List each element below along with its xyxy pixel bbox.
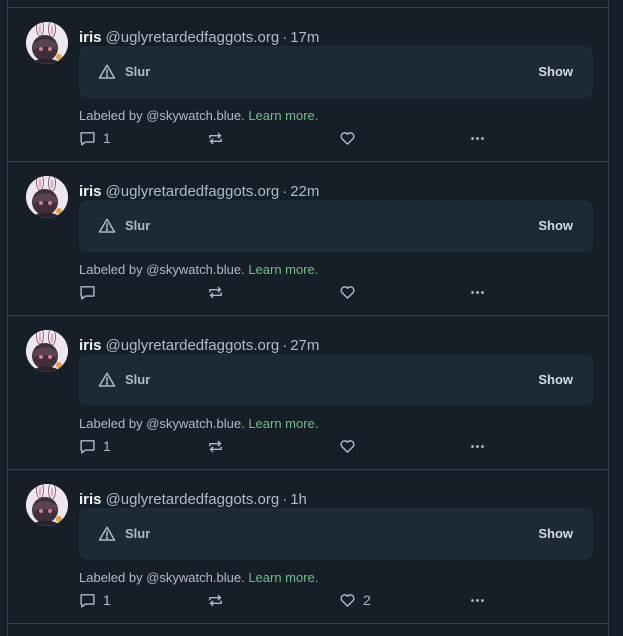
like-icon	[340, 593, 355, 607]
reply-count: 1	[103, 592, 111, 608]
like-button[interactable]	[339, 128, 363, 148]
show-content-button[interactable]: Show	[538, 218, 573, 234]
post-timestamp[interactable]: 27m	[290, 337, 319, 354]
more-options-icon	[471, 136, 484, 140]
content-warning-box[interactable]: Slur Show	[79, 354, 593, 406]
avatar[interactable]	[26, 484, 68, 526]
reply-button[interactable]: 1	[79, 590, 111, 610]
avatar[interactable]	[26, 176, 68, 218]
meta-separator: ·	[282, 29, 288, 46]
like-button[interactable]	[339, 282, 363, 302]
author-handle[interactable]: @uglyretardedfaggots.org	[106, 337, 280, 354]
feed-post[interactable]: iris @uglyretardedfaggots.org · 17m Slur Sh…	[8, 8, 608, 162]
more-options-button[interactable]	[469, 128, 486, 148]
reply-button[interactable]: 1	[79, 436, 111, 456]
like-button[interactable]	[339, 436, 363, 456]
like-icon	[340, 131, 355, 145]
author-name[interactable]: iris	[79, 29, 102, 46]
warning-triangle-icon	[98, 64, 116, 79]
like-button[interactable]: 2	[339, 590, 371, 610]
content-warning-box[interactable]: Slur Show	[79, 200, 593, 252]
author-handle[interactable]: @uglyretardedfaggots.org	[106, 29, 280, 46]
content-warning-box[interactable]: Slur Show	[79, 46, 593, 98]
post-timestamp[interactable]: 17m	[290, 29, 319, 46]
show-content-button[interactable]: Show	[538, 372, 573, 388]
post-actions: 1 2	[79, 590, 599, 610]
more-options-icon	[471, 598, 484, 602]
more-options-button[interactable]	[469, 436, 486, 456]
labeled-by-text: Labeled by @skywatch.blue.	[79, 262, 245, 277]
warning-triangle-icon	[98, 526, 116, 541]
reply-count: 1	[103, 130, 111, 146]
meta-separator: ·	[282, 337, 288, 354]
reply-icon	[80, 131, 95, 146]
feed-post[interactable]: iris @uglyretardedfaggots.org · 27m Slur Sh…	[8, 316, 608, 470]
post-meta: iris @uglyretardedfaggots.org · 27m	[79, 337, 319, 355]
labeled-by-notice: Labeled by @skywatch.blue. Learn more.	[79, 262, 318, 278]
labeled-by-notice: Labeled by @skywatch.blue. Learn more.	[79, 416, 318, 432]
avatar[interactable]	[26, 330, 68, 372]
labeled-by-notice: Labeled by @skywatch.blue. Learn more.	[79, 108, 318, 124]
author-name[interactable]: iris	[79, 491, 102, 508]
post-meta: iris @uglyretardedfaggots.org · 22m	[79, 183, 319, 201]
more-options-button[interactable]	[469, 590, 486, 610]
content-warning-box[interactable]: Slur Show	[79, 508, 593, 560]
repost-button[interactable]	[207, 436, 231, 456]
author-name[interactable]: iris	[79, 337, 102, 354]
post-actions	[79, 282, 599, 302]
warning-triangle-icon	[98, 372, 116, 387]
repost-button[interactable]	[207, 590, 231, 610]
reply-icon	[80, 593, 95, 608]
author-handle[interactable]: @uglyretardedfaggots.org	[106, 491, 280, 508]
reply-button[interactable]	[79, 282, 103, 302]
more-options-icon	[471, 290, 484, 294]
labeled-by-text: Labeled by @skywatch.blue.	[79, 108, 245, 123]
post-timestamp[interactable]: 22m	[290, 183, 319, 200]
content-warning-label: Slur	[125, 64, 151, 79]
post-meta: iris @uglyretardedfaggots.org · 17m	[79, 29, 319, 47]
repost-icon	[209, 440, 222, 452]
reply-icon	[80, 439, 95, 454]
meta-separator: ·	[282, 491, 288, 508]
like-count: 2	[363, 592, 371, 608]
post-meta: iris @uglyretardedfaggots.org · 1h	[79, 491, 307, 509]
content-warning-label: Slur	[125, 526, 151, 541]
more-options-button[interactable]	[469, 282, 486, 302]
labeled-by-text: Labeled by @skywatch.blue.	[79, 416, 245, 431]
warning-triangle-icon	[98, 218, 116, 233]
like-icon	[340, 439, 355, 453]
learn-more-link[interactable]: Learn more.	[248, 416, 318, 431]
feed-post[interactable]: iris @uglyretardedfaggots.org · 22m Slur Sh…	[8, 162, 608, 316]
avatar[interactable]	[26, 22, 68, 64]
post-actions: 1	[79, 436, 599, 456]
content-warning-label: Slur	[125, 218, 151, 233]
like-icon	[340, 285, 355, 299]
learn-more-link[interactable]: Learn more.	[248, 108, 318, 123]
post-feed: iris @uglyretardedfaggots.org · 17m Slur Sh…	[7, 0, 609, 636]
post-actions: 1	[79, 128, 599, 148]
repost-icon	[209, 594, 222, 606]
author-name[interactable]: iris	[79, 183, 102, 200]
meta-separator: ·	[282, 183, 288, 200]
labeled-by-text: Labeled by @skywatch.blue.	[79, 570, 245, 585]
reply-icon	[80, 285, 95, 300]
post-timestamp[interactable]: 1h	[290, 491, 307, 508]
author-handle[interactable]: @uglyretardedfaggots.org	[106, 183, 280, 200]
repost-icon	[209, 132, 222, 144]
repost-button[interactable]	[207, 282, 231, 302]
content-warning-label: Slur	[125, 372, 151, 387]
reply-button[interactable]: 1	[79, 128, 111, 148]
more-options-icon	[471, 444, 484, 448]
repost-icon	[209, 286, 222, 298]
feed-post[interactable]: iris @uglyretardedfaggots.org · 1h Slur Sho…	[8, 470, 608, 624]
learn-more-link[interactable]: Learn more.	[248, 262, 318, 277]
labeled-by-notice: Labeled by @skywatch.blue. Learn more.	[79, 570, 318, 586]
repost-button[interactable]	[207, 128, 231, 148]
show-content-button[interactable]: Show	[538, 64, 573, 80]
show-content-button[interactable]: Show	[538, 526, 573, 542]
learn-more-link[interactable]: Learn more.	[248, 570, 318, 585]
reply-count: 1	[103, 438, 111, 454]
